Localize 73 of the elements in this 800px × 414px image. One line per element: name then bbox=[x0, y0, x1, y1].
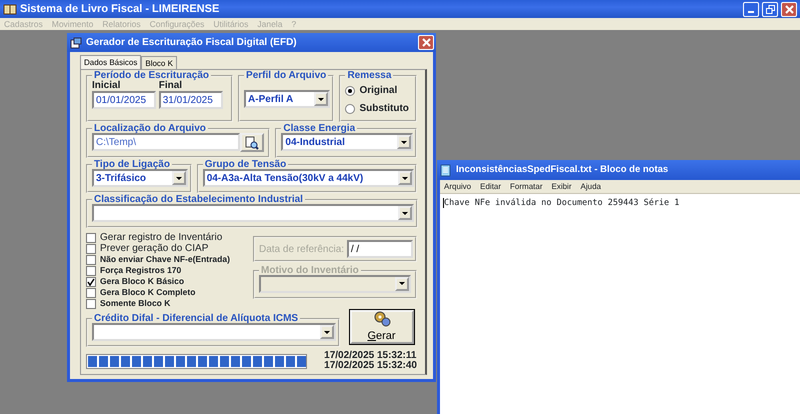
group-label: Motivo do Inventário bbox=[260, 264, 360, 277]
menu-item[interactable]: Arquivo bbox=[444, 180, 472, 193]
group-label: Remessa bbox=[346, 70, 392, 82]
window-icon bbox=[70, 36, 82, 48]
group-label: Classificação do Estabelecimento Industrial bbox=[93, 194, 304, 206]
checkbox[interactable] bbox=[86, 254, 96, 264]
group-label: Classe Energia bbox=[282, 123, 356, 135]
checkbox[interactable] bbox=[86, 244, 96, 254]
group-label: Perfil do Arquivo bbox=[245, 70, 328, 82]
app-title: Sistema de Livro Fiscal - LIMEIRENSE bbox=[20, 2, 220, 17]
checkbox-label: Não enviar Chave NF-e(Entrada) bbox=[100, 254, 230, 265]
end-date-label: Final bbox=[158, 80, 182, 91]
start-date-label: Inicial bbox=[92, 80, 122, 91]
radio-option[interactable]: Original bbox=[345, 83, 411, 98]
checkbox[interactable] bbox=[86, 266, 96, 276]
dropdown-field[interactable] bbox=[259, 274, 411, 293]
menu-item[interactable]: Formatar bbox=[510, 180, 542, 193]
checkbox-label: Gera Bloco K Completo bbox=[100, 287, 196, 298]
group-label: Localização do Arquivo bbox=[93, 123, 207, 135]
check-icon bbox=[87, 278, 95, 286]
browse-button[interactable] bbox=[240, 133, 264, 152]
group-label: Período de Escrituração bbox=[94, 70, 210, 81]
checkbox-label: Somente Bloco K bbox=[100, 298, 170, 309]
checkbox-label: Força Registros 170 bbox=[100, 265, 182, 276]
path-field[interactable]: C:\Temp\ bbox=[92, 133, 240, 151]
notepad-title: InconsistênciasSpedFiscal.txt - Bloco de notas bbox=[456, 162, 668, 177]
menu-item[interactable]: Ajuda bbox=[580, 180, 601, 193]
text-cursor bbox=[443, 198, 444, 208]
dropdown-field[interactable]: 04-A3a-Alta Tensão(30kV a 44kV) bbox=[202, 169, 414, 187]
dialog-title: Gerador de Escrituração Fiscal Digital (EFD) bbox=[86, 36, 298, 50]
menu-item[interactable]: Editar bbox=[480, 180, 502, 193]
dropdown-field[interactable]: 04-Industrial bbox=[281, 133, 414, 151]
tab[interactable]: Dados Básicos bbox=[80, 55, 142, 69]
timestamp: 17/02/2025 15:32:11 bbox=[324, 351, 417, 361]
checkbox-label: Gera Bloco K Básico bbox=[100, 276, 184, 287]
text-line: Chave NFe inválida no Documento 259443 Série 1 bbox=[444, 197, 680, 210]
close-button[interactable] bbox=[781, 2, 797, 16]
timestamp: 17/02/2025 15:32:40 bbox=[324, 361, 417, 371]
date-field: / / bbox=[346, 240, 413, 258]
notepad-icon bbox=[440, 164, 452, 176]
tab[interactable]: Bloco K bbox=[141, 56, 177, 69]
book-icon bbox=[3, 3, 17, 15]
gears-icon bbox=[372, 310, 390, 328]
close-icon bbox=[422, 38, 430, 47]
checkbox[interactable] bbox=[86, 232, 96, 242]
group-label: Crédito Difal - Diferencial de Alíquota ICMS bbox=[93, 313, 300, 325]
checkbox[interactable] bbox=[86, 288, 96, 298]
dropdown-field[interactable]: 3-Trifásico bbox=[92, 169, 188, 187]
checkbox[interactable] bbox=[86, 298, 96, 308]
radio-label: Substituto bbox=[359, 102, 409, 116]
restore-icon bbox=[766, 4, 774, 14]
radio-button[interactable] bbox=[345, 86, 356, 96]
date-label: Data de referência: bbox=[259, 242, 344, 256]
group-label: Tipo de Ligação bbox=[93, 159, 171, 171]
magnifier-icon bbox=[245, 136, 260, 150]
restore-button[interactable] bbox=[762, 2, 778, 16]
close-icon bbox=[784, 4, 794, 14]
checkbox-label: Prever geração do CIAP bbox=[100, 243, 208, 254]
radio-label: Original bbox=[359, 84, 398, 98]
generate-button[interactable]: Gerar bbox=[350, 310, 414, 344]
checkbox[interactable] bbox=[86, 276, 96, 286]
group-label: Grupo de Tensão bbox=[204, 159, 288, 171]
dropdown-field[interactable] bbox=[92, 204, 414, 222]
minimize-button[interactable] bbox=[743, 2, 759, 16]
radio-button[interactable] bbox=[345, 104, 356, 114]
dropdown-field[interactable] bbox=[92, 323, 336, 341]
radio-option[interactable]: Substituto bbox=[345, 101, 411, 116]
date-field[interactable]: 01/01/2025 bbox=[92, 91, 156, 109]
dropdown-field[interactable]: A-Perfil A bbox=[244, 90, 330, 108]
checkbox-label: Gerar registro de Inventário bbox=[100, 232, 222, 243]
menu-item[interactable]: Exibir bbox=[551, 180, 572, 193]
date-field[interactable]: 31/01/2025 bbox=[158, 91, 223, 109]
close-button[interactable] bbox=[418, 35, 434, 50]
